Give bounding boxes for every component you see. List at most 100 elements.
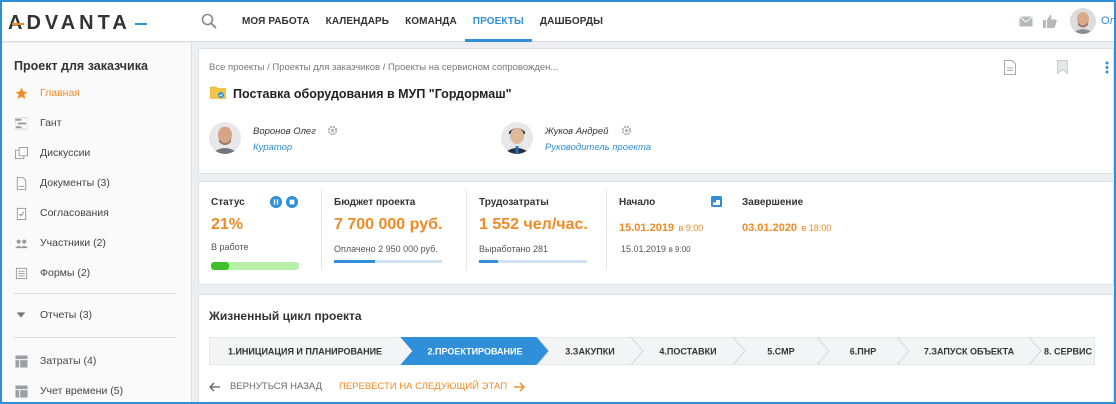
forms-icon [14, 266, 28, 280]
sidebar-item-reports[interactable]: Отчеты (3) [2, 303, 192, 327]
lifecycle-stage-5[interactable]: 5.СМР [732, 337, 830, 365]
sidebar-item-documents[interactable]: Документы (3) [2, 171, 192, 195]
next-stage-button-label: ПЕРЕВЕСТИ НА СЛЕДУЮЩИЙ ЭТАП [339, 381, 508, 392]
lifecycle-stage-label: 5.СМР [767, 347, 794, 357]
calendar-icon[interactable] [711, 196, 722, 207]
sidebar-item-participants[interactable]: Участники (2) [2, 231, 192, 255]
lifecycle-title: Жизненный цикл проекта [209, 309, 362, 323]
pause-icon[interactable] [270, 196, 282, 208]
project-sidebar: Проект для заказчика Главная Гант Дискус… [2, 43, 192, 402]
sidebar-item-discussions[interactable]: Дискуссии [2, 141, 192, 165]
kpi-start-value: 15.01.2019 в 9:00 [619, 218, 703, 236]
sidebar-item-label: Отчеты (3) [40, 309, 93, 321]
curator-card: Воронов Олег Куратор [209, 122, 359, 156]
advanta-logo[interactable]: ADVANTA [8, 11, 168, 33]
kpi-start: Начало 15.01.2019 в 9:00 15.01.2019 в 9:… [607, 182, 729, 286]
lifecycle-stages: 1.ИНИЦИАЦИЯ И ПЛАНИРОВАНИЕ 2.ПРОЕКТИРОВАН… [209, 337, 1095, 365]
kpi-labor-label: Трудозатраты [479, 197, 549, 208]
sidebar-divider [14, 337, 176, 338]
sidebar-item-label: Затраты (4) [40, 355, 97, 367]
document-icon [14, 176, 28, 190]
user-avatar[interactable] [1070, 8, 1096, 34]
project-header-card: Все проекты / Проекты для заказчиков / П… [198, 48, 1114, 174]
next-stage-button[interactable]: ПЕРЕВЕСТИ НА СЛЕДУЮЩИЙ ЭТАП [339, 381, 526, 392]
lifecycle-stage-4[interactable]: 4.ПОСТАВКИ [630, 337, 746, 365]
project-manager-avatar[interactable] [501, 122, 533, 154]
project-manager-role[interactable]: Руководитель проекта [545, 142, 651, 153]
app-window: ADVANTA МОЯ РАБОТА КАЛЕНДАРЬ КОМАНДА ПРО… [0, 0, 1116, 404]
more-vertical-icon[interactable] [1105, 61, 1109, 74]
sidebar-item-main[interactable]: Главная [2, 81, 192, 105]
mail-icon[interactable] [1019, 16, 1033, 27]
lifecycle-stage-3[interactable]: 3.ЗАКУПКИ [536, 337, 644, 365]
top-navigation-bar: ADVANTA МОЯ РАБОТА КАЛЕНДАРЬ КОМАНДА ПРО… [2, 2, 1114, 42]
document-export-icon[interactable] [1004, 60, 1016, 75]
kpi-status: Статус 21% В работе [199, 182, 321, 286]
caret-down-icon[interactable] [14, 308, 28, 322]
sidebar-item-time-tracking[interactable]: Учет времени (5) [2, 379, 192, 402]
approval-icon [14, 206, 28, 220]
curator-role[interactable]: Куратор [253, 142, 292, 153]
stop-icon[interactable] [286, 196, 298, 208]
sidebar-item-label: Согласования [40, 207, 109, 219]
project-lifecycle-card: Жизненный цикл проекта 1.ИНИЦИАЦИЯ И ПЛА… [198, 294, 1114, 402]
lifecycle-stage-2[interactable]: 2.ПРОЕКТИРОВАНИЕ [400, 337, 550, 365]
lifecycle-stage-label: 2.ПРОЕКТИРОВАНИЕ [428, 347, 523, 357]
nav-dashboards[interactable]: ДАШБОРДЫ [532, 2, 611, 42]
lifecycle-stage-label: 8. СЕРВИС [1044, 347, 1092, 357]
project-manager-name[interactable]: Жуков Андрей [545, 126, 608, 137]
sidebar-item-label: Документы (3) [40, 177, 110, 189]
thumbs-up-icon[interactable] [1043, 14, 1057, 28]
lifecycle-stage-label: 6.ПНР [850, 347, 876, 357]
project-kpi-card: Статус 21% В работе Бюджет проекта 7 700… [198, 181, 1114, 285]
gear-icon[interactable] [621, 125, 632, 136]
kpi-labor-sub: Выработано 281 [479, 244, 548, 254]
lifecycle-stage-label: 7.ЗАПУСК ОБЪЕКТА [924, 347, 1015, 357]
bookmark-icon[interactable] [1057, 60, 1068, 74]
lifecycle-stage-6[interactable]: 6.ПНР [816, 337, 910, 365]
start-time: в 9:00 [678, 223, 704, 233]
back-button[interactable]: ВЕРНУТЬСЯ НАЗАД [209, 381, 322, 392]
project-manager-card: Жуков Андрей Руководитель проекта [501, 122, 681, 156]
lifecycle-stage-1[interactable]: 1.ИНИЦИАЦИЯ И ПЛАНИРОВАНИЕ [209, 337, 414, 365]
sidebar-item-costs[interactable]: Затраты (4) [2, 349, 192, 373]
logo-text: ADVANTA [8, 12, 131, 33]
sidebar-item-label: Главная [40, 87, 80, 99]
nav-calendar[interactable]: КАЛЕНДАРЬ [318, 2, 397, 42]
search-icon[interactable] [201, 13, 217, 29]
status-progress-bar [211, 262, 299, 270]
curator-name[interactable]: Воронов Олег [253, 126, 316, 137]
sidebar-item-label: Учет времени (5) [40, 385, 124, 397]
sidebar-item-label: Дискуссии [40, 147, 91, 159]
curator-avatar[interactable] [209, 122, 241, 154]
user-name-truncated[interactable]: Ол [1101, 15, 1114, 27]
table-icon [14, 354, 28, 368]
star-icon [14, 86, 28, 100]
sidebar-item-approvals[interactable]: Согласования [2, 201, 192, 225]
sidebar-item-gantt[interactable]: Гант [2, 111, 192, 135]
page-title: Поставка оборудования в МУП "Гордормаш" [233, 87, 512, 101]
nav-team[interactable]: КОМАНДА [397, 2, 465, 42]
sidebar-item-label: Участники (2) [40, 237, 106, 249]
nav-my-work[interactable]: МОЯ РАБОТА [234, 2, 318, 42]
lifecycle-stage-label: 4.ПОСТАВКИ [659, 347, 716, 357]
lifecycle-stage-label: 1.ИНИЦИАЦИЯ И ПЛАНИРОВАНИЕ [228, 347, 382, 357]
kpi-finish: Завершение 03.01.2020 в 18:00 [730, 182, 870, 286]
kpi-status-value: 21% [211, 216, 244, 233]
nav-projects[interactable]: ПРОЕКТЫ [464, 2, 533, 42]
kpi-budget-sub: Оплачено 2 950 000 руб. [334, 244, 438, 254]
table-icon [14, 384, 28, 398]
gear-icon[interactable] [327, 125, 338, 136]
lifecycle-stage-7[interactable]: 7.ЗАПУСК ОБЪЕКТА [896, 337, 1042, 365]
participants-icon [14, 236, 28, 250]
kpi-labor: Трудозатраты 1 552 чел/час. Выработано 2… [467, 182, 607, 286]
finish-date: 03.01.2020 [742, 222, 798, 234]
sidebar-item-forms[interactable]: Формы (2) [2, 261, 192, 285]
start-plan-time: в 9:00 [668, 245, 691, 254]
start-date: 15.01.2019 [619, 222, 675, 234]
start-plan-date: 15.01.2019 [621, 244, 667, 254]
gantt-icon [14, 116, 28, 130]
labor-progress-bar [479, 260, 587, 263]
kpi-budget: Бюджет проекта 7 700 000 руб. Оплачено 2… [322, 182, 467, 286]
breadcrumb[interactable]: Все проекты / Проекты для заказчиков / П… [209, 62, 558, 73]
